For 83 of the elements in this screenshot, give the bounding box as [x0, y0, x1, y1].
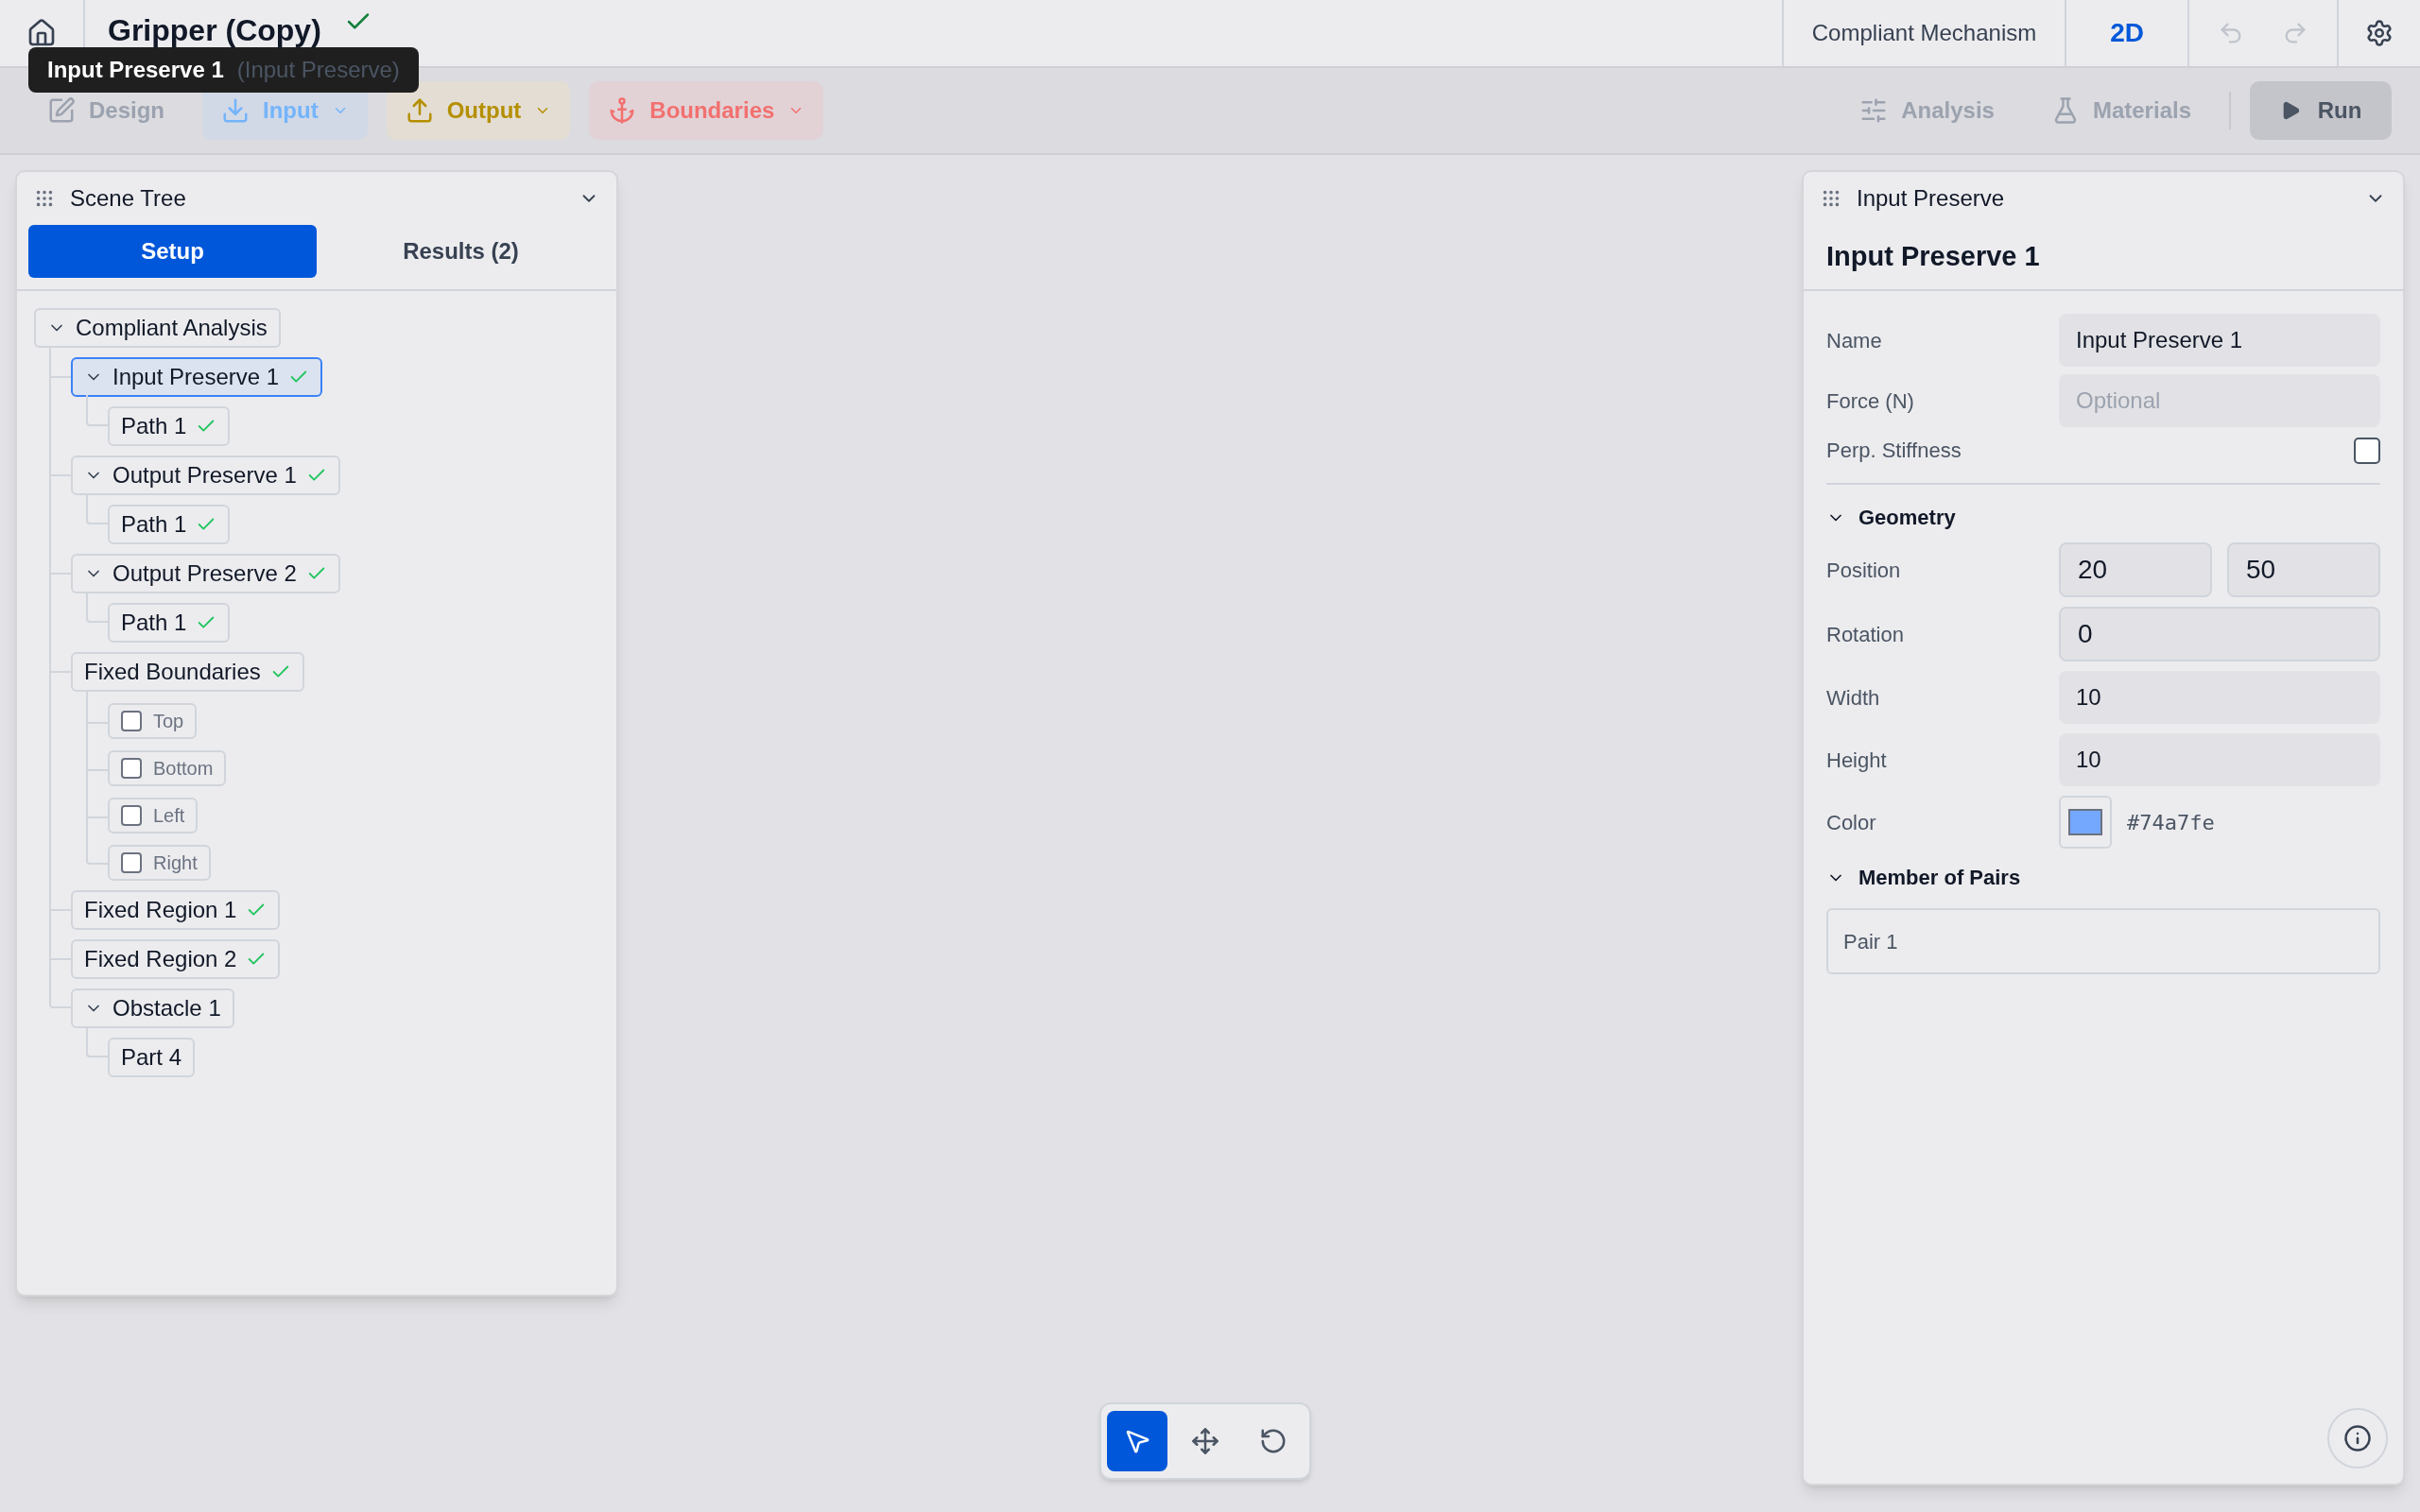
- mode-label[interactable]: Compliant Mechanism: [1781, 0, 2067, 66]
- tree-item[interactable]: Path 1: [108, 505, 231, 544]
- tree-item[interactable]: Bottom: [108, 750, 227, 786]
- checkbox[interactable]: [2354, 437, 2380, 464]
- tree-item-label: Path 1: [121, 412, 187, 440]
- tree-item-label: Fixed Region 2: [84, 945, 237, 973]
- tree-item[interactable]: Right: [108, 845, 211, 881]
- tab[interactable]: Setup: [28, 225, 317, 278]
- field-label: Height: [1826, 747, 1888, 774]
- info-button[interactable]: [2327, 1408, 2388, 1469]
- tree-item[interactable]: Left: [108, 798, 199, 833]
- tree-item[interactable]: Obstacle 1: [71, 988, 234, 1028]
- tree-item-label: Top: [153, 710, 184, 733]
- field-label: Position: [1826, 557, 1902, 584]
- tree-item-label: Input Preserve 1: [112, 363, 280, 391]
- tree-connector-line: [86, 493, 108, 524]
- field-label: Force (N): [1826, 387, 1915, 415]
- tree-item[interactable]: Fixed Region 1: [71, 890, 281, 930]
- tree-item[interactable]: Output Preserve 2: [71, 554, 340, 593]
- tree-connector-line: [86, 395, 108, 426]
- tree-item-label: Left: [153, 804, 185, 828]
- tree-item-label: Fixed Boundaries: [84, 658, 261, 686]
- field-label: Perp. Stiffness: [1826, 438, 1962, 464]
- drag-handle-icon[interactable]: [1821, 188, 1841, 209]
- tree-item-label: Output Preserve 1: [112, 461, 297, 490]
- tree-item[interactable]: Part 4: [108, 1038, 196, 1077]
- download-icon: [221, 96, 250, 125]
- info-icon: [2343, 1424, 2372, 1452]
- move-arrows-icon: [1191, 1427, 1219, 1455]
- tree-connector-line: [86, 592, 108, 623]
- input-field[interactable]: Optional: [2059, 374, 2380, 427]
- panel-title: Scene Tree: [70, 184, 187, 213]
- home-icon: [26, 18, 57, 48]
- drag-handle-icon[interactable]: [34, 188, 55, 209]
- tree-item[interactable]: Output Preserve 1: [71, 455, 340, 495]
- tree-item-label: Path 1: [121, 609, 187, 637]
- input-field[interactable]: 10: [2059, 671, 2380, 724]
- section-header[interactable]: Geometry: [1826, 502, 2380, 533]
- panel-title: Input Preserve: [1857, 184, 2006, 213]
- input-field[interactable]: 10: [2059, 733, 2380, 786]
- rotate-icon: [1259, 1427, 1288, 1455]
- tree-item-label: Compliant Analysis: [76, 314, 268, 342]
- settings-icon: [2365, 19, 2394, 47]
- tree-item-label: Obstacle 1: [112, 994, 221, 1022]
- color-swatch[interactable]: [2059, 796, 2112, 849]
- project-title: Gripper (Copy): [108, 12, 321, 49]
- checkbox[interactable]: [121, 852, 142, 873]
- tree-item-label: Fixed Region 1: [84, 896, 237, 924]
- properties-heading: Input Preserve 1: [1826, 240, 2040, 274]
- pair-item[interactable]: Pair 1: [1826, 908, 2380, 974]
- tree-item-label: Part 4: [121, 1043, 182, 1072]
- tree-item[interactable]: Path 1: [108, 406, 231, 446]
- tree-item[interactable]: Input Preserve 1: [71, 357, 323, 397]
- tree-item[interactable]: Path 1: [108, 603, 231, 643]
- tree-item[interactable]: Fixed Region 2: [71, 939, 281, 979]
- checkbox[interactable]: [121, 758, 142, 779]
- tree-item-label: Output Preserve 2: [112, 559, 297, 588]
- tooltip-name: Input Preserve 1: [47, 56, 224, 84]
- canvas-tool-button[interactable]: [1107, 1411, 1167, 1471]
- checkbox[interactable]: [121, 711, 142, 731]
- color-value: #74a7fe: [2127, 809, 2215, 836]
- run-button[interactable]: Run: [2250, 81, 2392, 140]
- tree-item-label: Bottom: [153, 757, 214, 781]
- section-header[interactable]: Member of Pairs: [1826, 862, 2380, 893]
- field-label: Width: [1826, 684, 1881, 712]
- tree-item[interactable]: Top: [108, 703, 198, 739]
- tree-connector-line: [86, 1026, 108, 1057]
- tree-item-label: Path 1: [121, 510, 187, 539]
- field-label: Name: [1826, 327, 1883, 354]
- view-toggle[interactable]: 2D: [2066, 0, 2189, 66]
- pencil-square-icon: [47, 96, 76, 125]
- input-field[interactable]: 20: [2059, 542, 2212, 597]
- checkbox[interactable]: [121, 805, 142, 826]
- input-field[interactable]: Input Preserve 1: [2059, 314, 2380, 367]
- input-field[interactable]: 0: [2059, 607, 2380, 662]
- field-label: Color: [1826, 809, 1877, 836]
- tree-item-label: Right: [153, 851, 198, 875]
- field-label: Rotation: [1826, 621, 1905, 648]
- input-field[interactable]: 50: [2227, 542, 2380, 597]
- tab[interactable]: Results (2): [317, 225, 605, 278]
- tree-item[interactable]: Fixed Boundaries: [71, 652, 304, 692]
- tree-item[interactable]: Compliant Analysis: [34, 308, 281, 348]
- tooltip-type: (Input Preserve): [236, 56, 400, 84]
